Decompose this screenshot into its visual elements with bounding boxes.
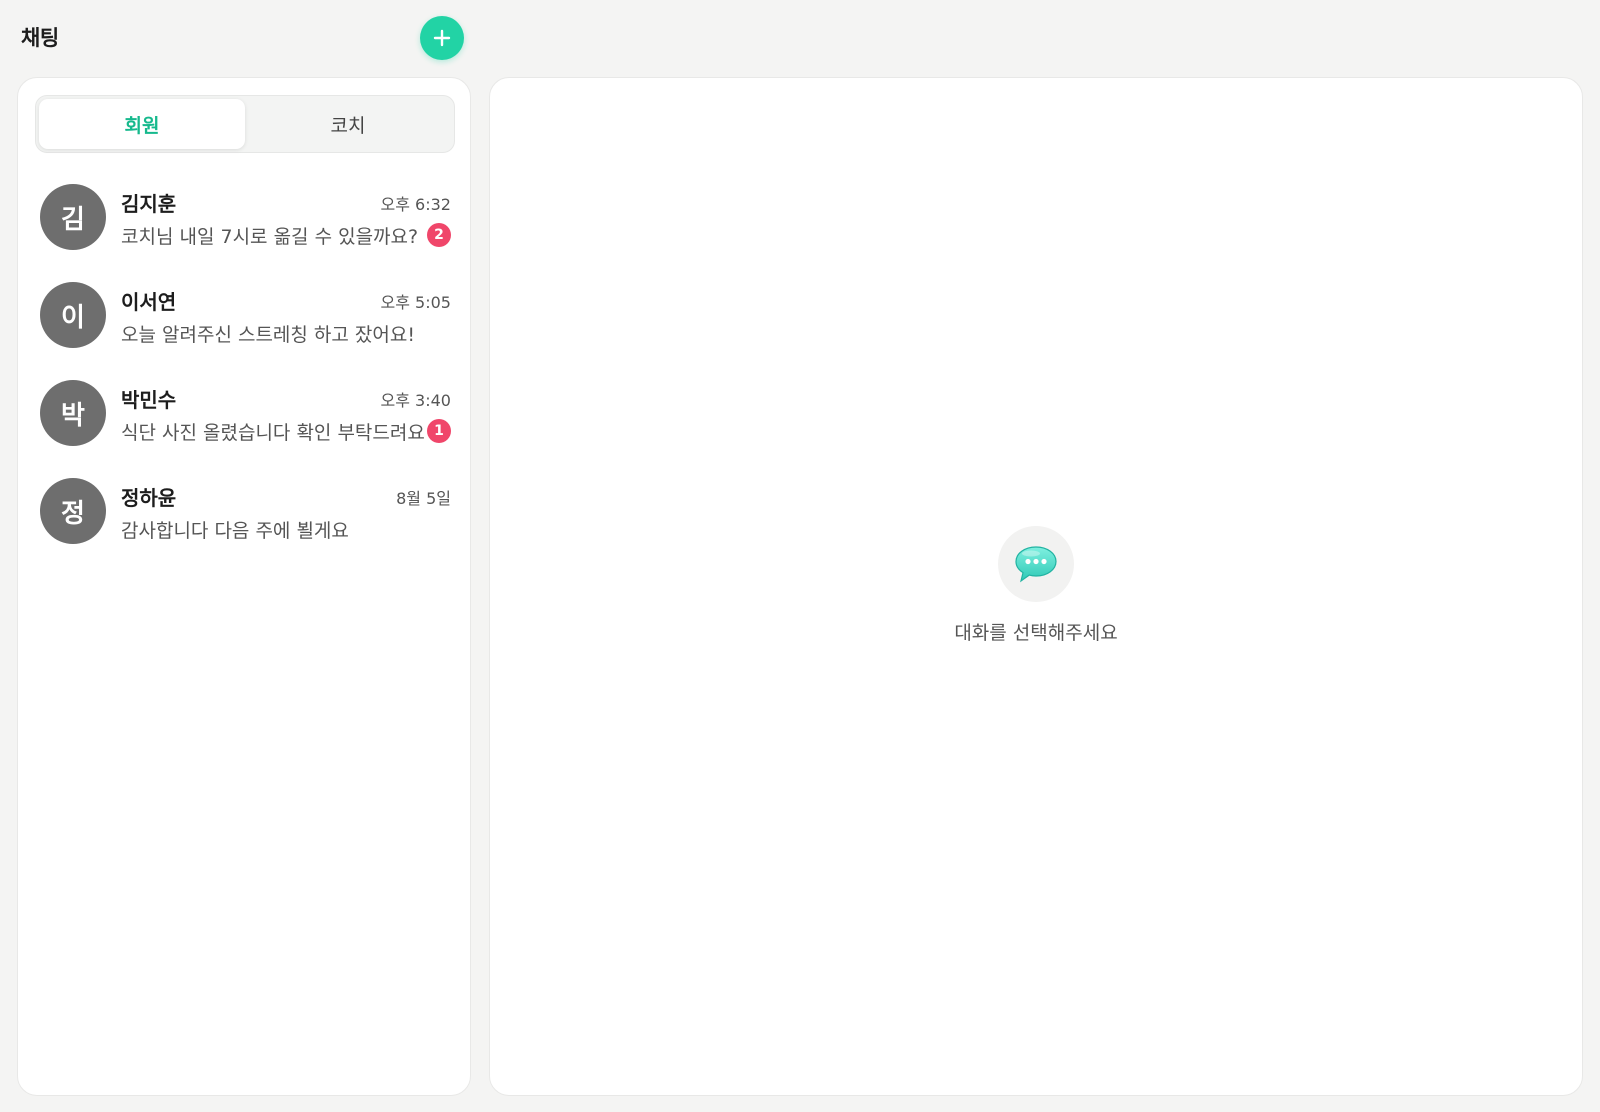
chat-preview: 식단 사진 올렸습니다 확인 부탁드려요 xyxy=(121,422,425,444)
chat-name: 김지훈 xyxy=(121,192,177,216)
page-title: 채팅 xyxy=(21,26,59,50)
plus-icon xyxy=(433,29,451,47)
chat-name: 정하윤 xyxy=(121,486,177,510)
chat-time: 오후 3:40 xyxy=(380,391,451,410)
chat-time: 8월 5일 xyxy=(396,489,451,508)
chat-list: 김 김지훈 오후 6:32 코치님 내일 7시로 옮길 수 있을까요? 2 이 … xyxy=(18,184,472,576)
chat-list-panel: 회원 코치 김 김지훈 오후 6:32 코치님 내일 7시로 옮길 수 있을까요… xyxy=(17,77,471,1096)
chat-name: 박민수 xyxy=(121,388,177,412)
chat-time: 오후 6:32 xyxy=(380,195,451,214)
unread-badge: 2 xyxy=(427,223,451,247)
chat-list-item[interactable]: 정 정하윤 8월 5일 감사합니다 다음 주에 뵐게요 xyxy=(18,478,472,576)
member-coach-tabs: 회원 코치 xyxy=(35,95,455,153)
unread-badge: 1 xyxy=(427,419,451,443)
avatar: 정 xyxy=(40,478,106,544)
chat-preview: 오늘 알려주신 스트레칭 하고 잤어요! xyxy=(121,324,415,346)
empty-state: 대화를 선택해주세요 xyxy=(490,526,1582,645)
chat-time: 오후 5:05 xyxy=(380,293,451,312)
chat-name: 이서연 xyxy=(121,290,177,314)
chat-list-item[interactable]: 박 박민수 오후 3:40 식단 사진 올렸습니다 확인 부탁드려요 1 xyxy=(18,380,472,478)
avatar: 김 xyxy=(40,184,106,250)
chat-preview: 코치님 내일 7시로 옮길 수 있을까요? xyxy=(121,226,419,248)
chat-list-item[interactable]: 이 이서연 오후 5:05 오늘 알려주신 스트레칭 하고 잤어요! xyxy=(18,282,472,380)
empty-state-text: 대화를 선택해주세요 xyxy=(954,622,1118,644)
chat-preview: 감사합니다 다음 주에 뵐게요 xyxy=(121,520,349,542)
speech-bubble-icon xyxy=(1015,546,1057,583)
header: 채팅 xyxy=(0,0,480,76)
empty-state-icon-circle xyxy=(998,526,1074,602)
tab-coaches[interactable]: 코치 xyxy=(245,99,451,149)
chat-list-item[interactable]: 김 김지훈 오후 6:32 코치님 내일 7시로 옮길 수 있을까요? 2 xyxy=(18,184,472,282)
new-chat-button[interactable] xyxy=(420,16,464,60)
chat-app: 채팅 회원 코치 김 김지훈 오후 6:32 코치님 내일 7시로 옮길 수 있… xyxy=(0,0,1600,1112)
tab-members[interactable]: 회원 xyxy=(39,99,245,149)
avatar: 박 xyxy=(40,380,106,446)
avatar: 이 xyxy=(40,282,106,348)
conversation-panel: 대화를 선택해주세요 xyxy=(489,77,1583,1096)
